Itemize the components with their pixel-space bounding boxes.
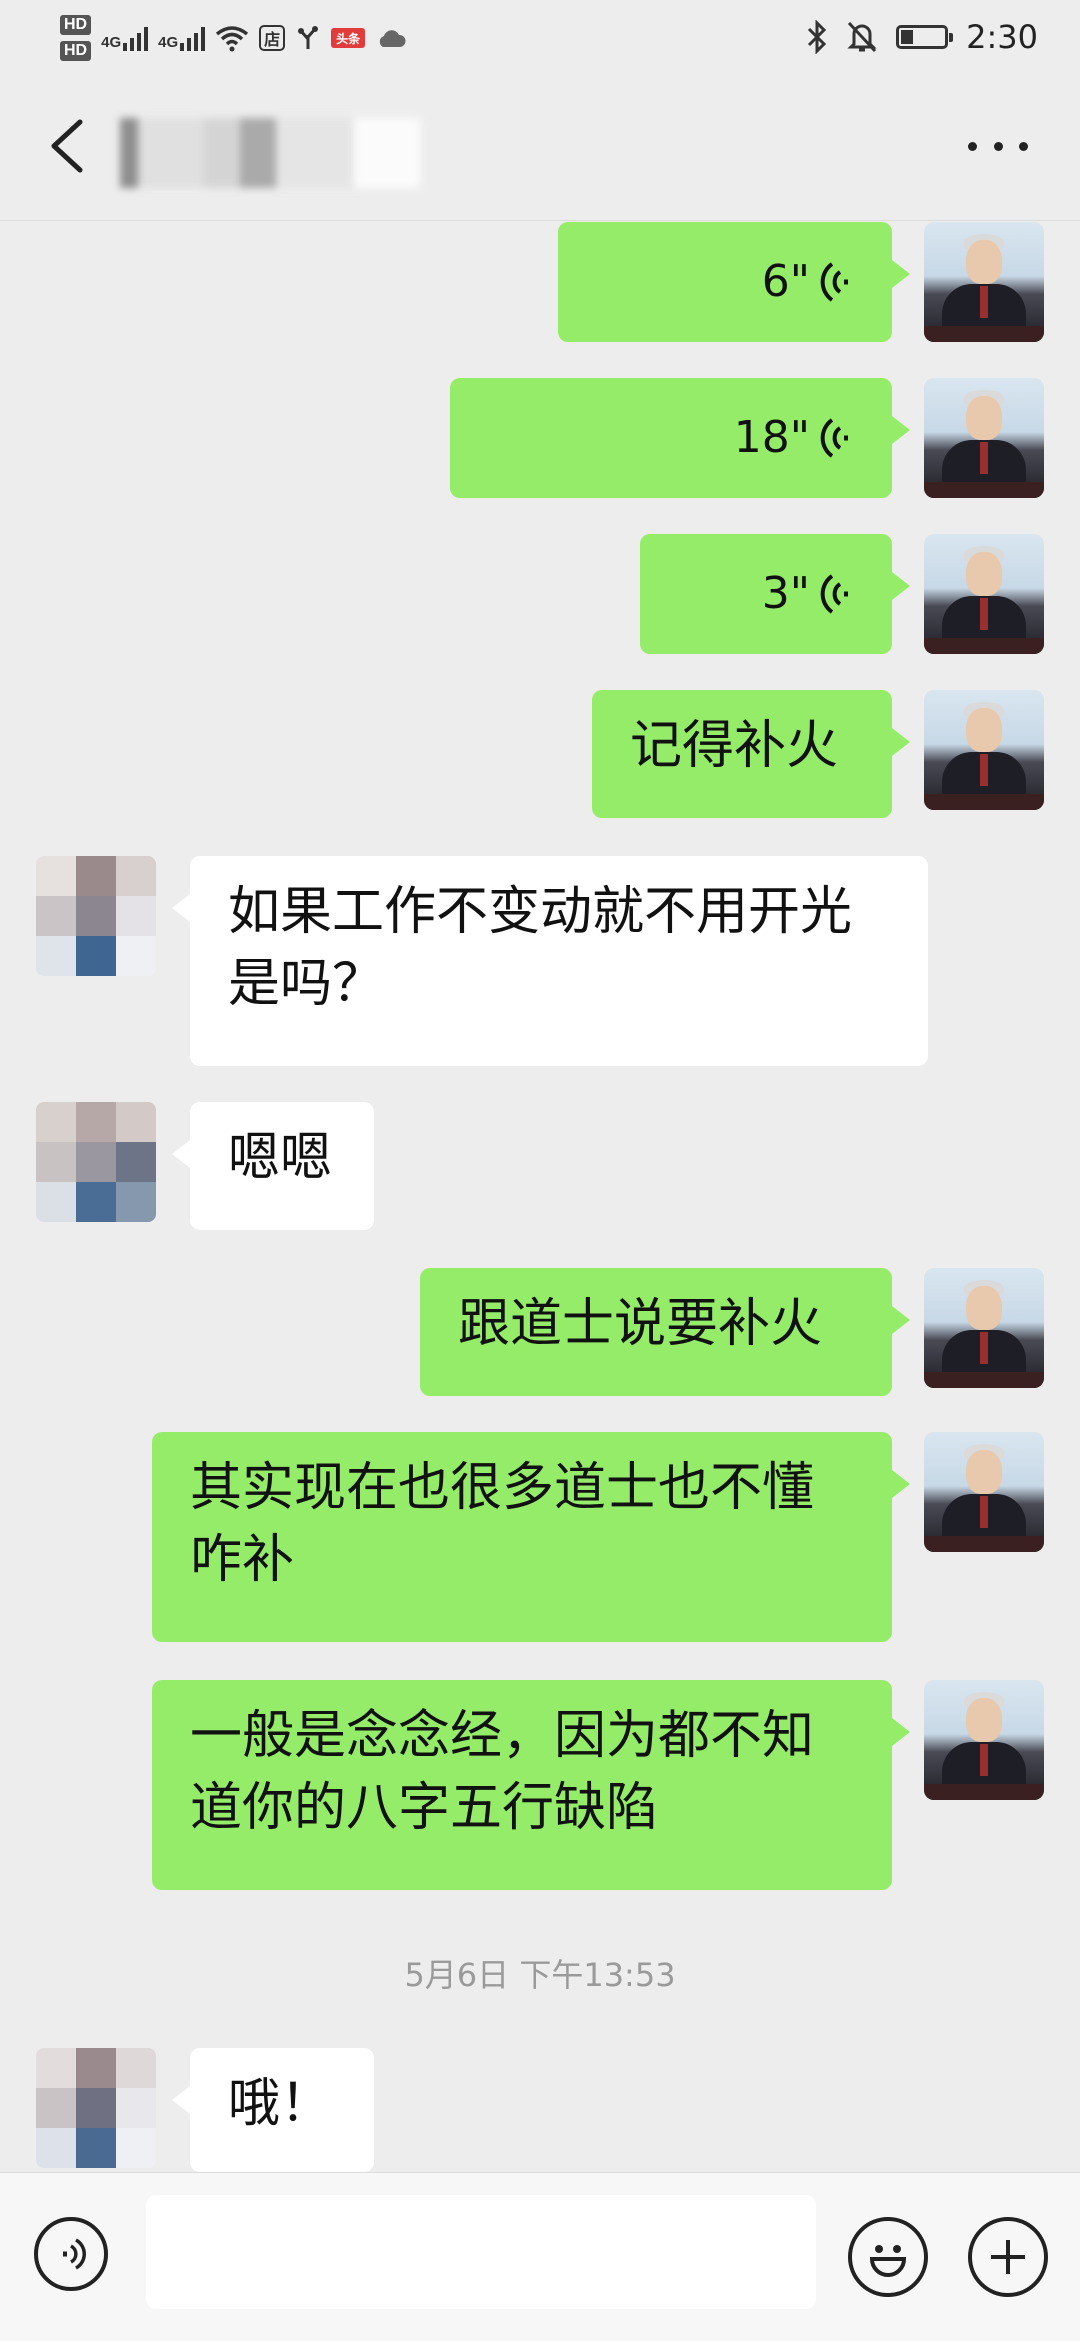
signal-bars-icon [180, 25, 206, 51]
sim1-label: 4G [101, 34, 122, 51]
more-dots-icon[interactable] [968, 136, 1028, 156]
contact-avatar[interactable] [36, 2048, 156, 2168]
message-text-line: 如果工作不变动就不用开光 [228, 882, 853, 942]
sim2-label: 4G [158, 34, 179, 51]
voice-duration: 18" [733, 412, 810, 463]
voice-message-bubble[interactable]: 18" [450, 378, 910, 498]
contact-avatar[interactable] [36, 1102, 156, 1222]
tree-app-icon [298, 26, 319, 49]
voice-mode-icon[interactable] [34, 2217, 108, 2291]
voice-message-bubble[interactable]: 6" [558, 222, 910, 342]
message-text-line: 道你的八字五行缺陷 [190, 1778, 659, 1838]
message-text: 跟道士说要补火 [458, 1294, 823, 1354]
sim2-signal: 4G [158, 25, 206, 51]
text-message-bubble[interactable]: 其实现在也很多道士也不懂 咋补 [152, 1432, 910, 1642]
message-text-line: 其实现在也很多道士也不懂 [190, 1458, 815, 1518]
signal-bars-icon [123, 25, 149, 51]
text-message-bubble[interactable]: 一般是念念经，因为都不知 道你的八字五行缺陷 [152, 1680, 910, 1890]
my-avatar[interactable] [924, 534, 1044, 654]
battery-icon [896, 25, 954, 49]
cloud-icon [379, 30, 406, 47]
shop-app-icon: 店 [259, 25, 286, 51]
message-text-line: 是吗？ [228, 954, 385, 1014]
message-text: 记得补火 [630, 716, 839, 776]
status-bar: HD HD 4G 4G 店 头条 2:30 [0, 0, 1080, 74]
wifi-icon [216, 26, 249, 52]
message-text: 嗯嗯 [228, 1128, 333, 1188]
my-avatar[interactable] [924, 690, 1044, 810]
message-text: 哦！ [228, 2074, 333, 2134]
mute-bell-icon [847, 21, 877, 53]
bluetooth-icon [808, 20, 827, 54]
my-avatar[interactable] [924, 222, 1044, 342]
voice-duration: 6" [761, 256, 810, 307]
chat-header [0, 74, 1080, 221]
chat-timestamp: 5月6日 下午13:53 [404, 1956, 676, 1994]
hd1-badge: HD [60, 15, 92, 35]
clock: 2:30 [966, 18, 1038, 56]
message-text-line: 一般是念念经，因为都不知 [190, 1706, 815, 1766]
input-bar [0, 2172, 1080, 2341]
toutiao-app-icon: 头条 [331, 28, 366, 48]
voice-duration: 3" [761, 568, 810, 619]
my-avatar[interactable] [924, 378, 1044, 498]
voice-wave-icon [820, 574, 848, 614]
voice-wave-icon [820, 418, 848, 458]
contact-avatar[interactable] [36, 856, 156, 976]
hd-indicators: HD HD [60, 15, 92, 61]
voice-message-bubble[interactable]: 3" [640, 534, 910, 654]
text-message-bubble[interactable]: 哦！ [172, 2048, 374, 2172]
emoji-icon[interactable] [848, 2217, 928, 2297]
sim1-signal: 4G [101, 25, 149, 51]
text-message-bubble[interactable]: 嗯嗯 [172, 1102, 374, 1230]
hd2-badge: HD [60, 41, 92, 61]
status-left: HD HD 4G 4G 店 头条 [60, 8, 407, 68]
contact-name-blurred [120, 118, 420, 188]
chevron-left-icon[interactable] [38, 114, 98, 178]
voice-wave-icon [820, 262, 848, 302]
my-avatar[interactable] [924, 1432, 1044, 1552]
text-message-bubble[interactable]: 记得补火 [592, 690, 910, 818]
my-avatar[interactable] [924, 1680, 1044, 1800]
my-avatar[interactable] [924, 1268, 1044, 1388]
plus-icon[interactable] [968, 2217, 1048, 2297]
status-right: 2:30 [806, 14, 1038, 60]
text-message-bubble[interactable]: 如果工作不变动就不用开光 是吗？ [172, 856, 928, 1066]
text-message-bubble[interactable]: 跟道士说要补火 [420, 1268, 910, 1396]
message-input[interactable] [146, 2195, 816, 2309]
message-text-line: 咋补 [190, 1530, 295, 1590]
